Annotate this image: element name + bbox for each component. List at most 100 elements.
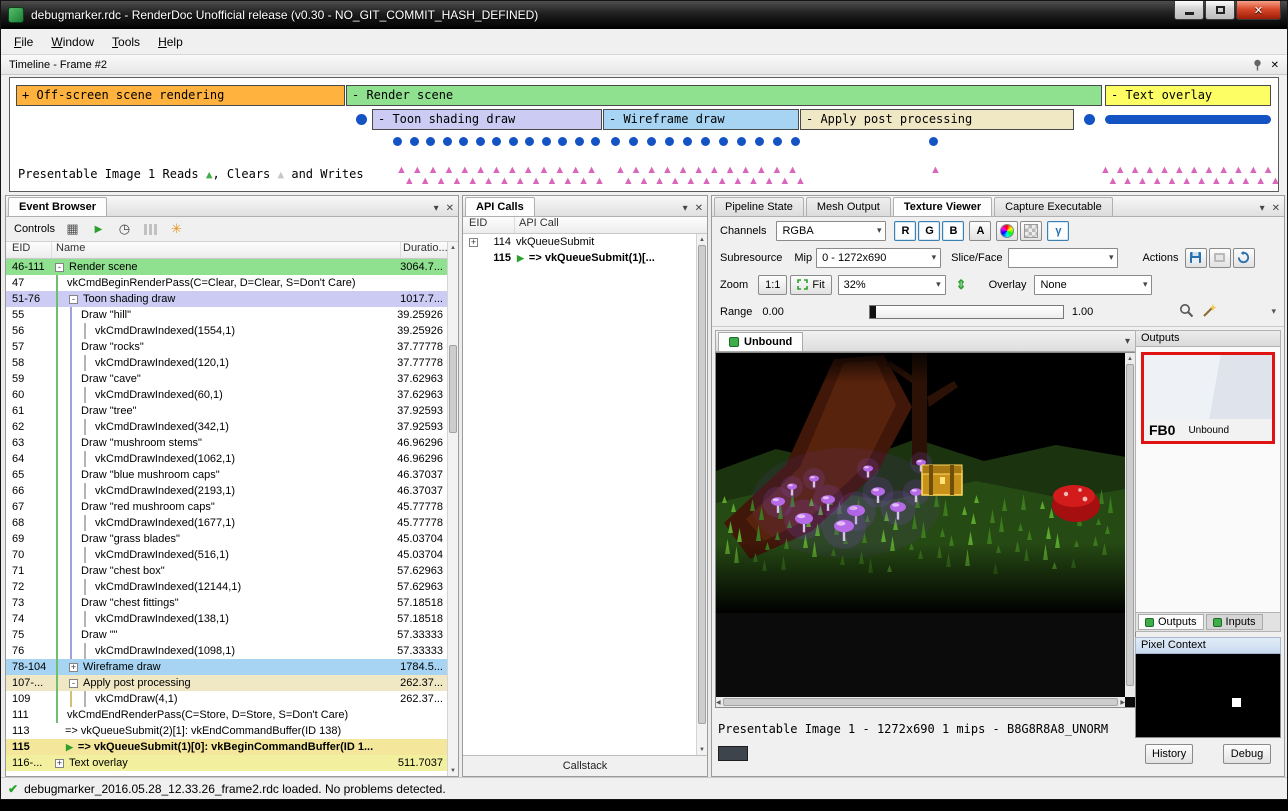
write-marker-icon[interactable]: ▲: [1167, 175, 1178, 187]
tabstrip-overflow-icon[interactable]: ▾: [1125, 336, 1130, 347]
column-api-call[interactable]: API Call: [515, 217, 707, 233]
range-min-value[interactable]: 0.00: [762, 306, 783, 318]
event-row[interactable]: 75Draw ""57.33333: [6, 627, 447, 643]
bookmark-icon[interactable]: ✳: [168, 221, 185, 238]
expander-icon[interactable]: +: [69, 663, 78, 672]
event-row[interactable]: 71Draw "chest box"57.62963: [6, 563, 447, 579]
write-marker-icon[interactable]: ▲: [1107, 175, 1118, 187]
event-row[interactable]: 115▶=> vkQueueSubmit(1)[0]: vkBeginComma…: [6, 739, 447, 755]
panel-menu-icon[interactable]: [683, 200, 688, 214]
write-marker-icon[interactable]: ▲: [717, 175, 728, 187]
tab-outputs[interactable]: Outputs: [1138, 614, 1204, 630]
write-marker-icon[interactable]: ▲: [779, 175, 790, 187]
channel-a-button[interactable]: A: [969, 221, 991, 241]
open-texture-list-button[interactable]: [1209, 248, 1231, 268]
draw-marker-dot[interactable]: [356, 114, 367, 125]
scrollbar-thumb[interactable]: [723, 698, 1119, 706]
event-row[interactable]: 51-76-Toon shading draw1017.7...: [6, 291, 447, 307]
channel-g-button[interactable]: G: [918, 221, 940, 241]
flip-y-icon[interactable]: ⇕: [956, 277, 967, 293]
tab-capture-executable[interactable]: Capture Executable: [994, 197, 1113, 216]
draw-call-dot[interactable]: [647, 137, 656, 146]
write-marker-icon[interactable]: ▲: [420, 175, 431, 187]
zoom-range-button[interactable]: [1179, 303, 1194, 321]
event-row[interactable]: 76vkCmdDrawIndexed(1098,1)57.33333: [6, 643, 447, 659]
scroll-left-icon[interactable]: [716, 697, 721, 708]
expander-icon[interactable]: -: [55, 263, 64, 272]
refresh-button[interactable]: [1233, 248, 1255, 268]
menu-help[interactable]: Help: [149, 31, 192, 53]
history-button[interactable]: History: [1145, 744, 1193, 764]
draw-call-dot[interactable]: [591, 137, 600, 146]
draw-call-dot[interactable]: [665, 137, 674, 146]
write-marker-icon[interactable]: ▲: [764, 175, 775, 187]
channels-mode-dropdown[interactable]: RGBA: [776, 221, 886, 241]
event-browser-scrollbar[interactable]: [447, 242, 458, 776]
write-marker-icon[interactable]: ▲: [1255, 175, 1266, 187]
slice-face-dropdown[interactable]: [1008, 248, 1118, 268]
expander-icon[interactable]: -: [69, 295, 78, 304]
texture-vertical-scrollbar[interactable]: [1125, 353, 1135, 697]
draw-call-dot[interactable]: [476, 137, 485, 146]
draw-call-dot[interactable]: [492, 137, 501, 146]
draw-call-dot[interactable]: [459, 137, 468, 146]
draw-call-dot[interactable]: [542, 137, 551, 146]
range-max-value[interactable]: 1.00: [1072, 306, 1093, 318]
write-marker-icon[interactable]: ▲: [499, 175, 510, 187]
tab-pipeline-state[interactable]: Pipeline State: [714, 197, 804, 216]
expander-icon[interactable]: -: [69, 679, 78, 688]
timeline-bar[interactable]: - Toon shading draw: [372, 109, 602, 130]
write-marker-icon[interactable]: ▲: [795, 175, 806, 187]
texture-horizontal-scrollbar[interactable]: [716, 697, 1125, 707]
timeline-bar[interactable]: - Text overlay: [1105, 85, 1271, 106]
write-marker-icon[interactable]: ▲: [546, 175, 557, 187]
draw-call-dot[interactable]: [629, 137, 638, 146]
draw-marker-dot[interactable]: [1084, 114, 1095, 125]
durations-icon[interactable]: [142, 221, 159, 238]
write-marker-icon[interactable]: ▲: [1226, 175, 1237, 187]
write-marker-icon[interactable]: ▲: [451, 175, 462, 187]
event-row[interactable]: 61Draw "tree"37.92593: [6, 403, 447, 419]
autofit-button[interactable]: [1202, 303, 1217, 321]
debug-button[interactable]: Debug: [1223, 744, 1271, 764]
api-call-row[interactable]: 115▶=> vkQueueSubmit(1)[...: [463, 250, 696, 266]
draw-call-dot[interactable]: [755, 137, 764, 146]
custom-display-button[interactable]: [996, 221, 1018, 241]
write-marker-icon[interactable]: ▲: [1152, 175, 1163, 187]
scroll-up-icon[interactable]: [448, 242, 458, 253]
event-row[interactable]: 46-111-Render scene3064.7...: [6, 259, 447, 275]
texture-image[interactable]: [716, 353, 1126, 613]
menu-window[interactable]: Window: [42, 31, 103, 53]
range-black-handle[interactable]: [870, 306, 876, 318]
timeline-bar[interactable]: - Render scene: [346, 85, 1102, 106]
channel-b-button[interactable]: B: [942, 221, 964, 241]
draw-call-dot[interactable]: [509, 137, 518, 146]
event-row[interactable]: 58vkCmdDrawIndexed(120,1)37.77778: [6, 355, 447, 371]
tab-mesh-output[interactable]: Mesh Output: [806, 197, 891, 216]
event-row[interactable]: 67Draw "red mushroom caps"45.77778: [6, 499, 447, 515]
range-slider[interactable]: [869, 305, 1064, 319]
scrollbar-thumb[interactable]: [1126, 364, 1134, 686]
column-eid[interactable]: EID: [6, 242, 52, 258]
write-marker-icon[interactable]: ▲: [930, 164, 941, 176]
column-name[interactable]: Name: [52, 242, 400, 258]
column-eid[interactable]: EID: [463, 217, 515, 233]
scroll-down-icon[interactable]: [448, 765, 458, 776]
toolbar-overflow-icon[interactable]: ▾: [1271, 306, 1276, 317]
event-row[interactable]: 113=> vkQueueSubmit(2)[1]: vkEndCommandB…: [6, 723, 447, 739]
expander-icon[interactable]: +: [55, 759, 64, 768]
save-texture-button[interactable]: [1185, 248, 1207, 268]
write-marker-icon[interactable]: ▲: [701, 175, 712, 187]
event-row[interactable]: 78-104+Wireframe draw1784.5...: [6, 659, 447, 675]
draw-call-dot[interactable]: [410, 137, 419, 146]
texture-viewport[interactable]: [715, 352, 1136, 708]
draw-call-dot[interactable]: [443, 137, 452, 146]
write-marker-icon[interactable]: ▲: [404, 175, 415, 187]
zoom-level-combo[interactable]: 32%: [838, 275, 946, 295]
write-marker-icon[interactable]: ▲: [467, 175, 478, 187]
write-marker-icon[interactable]: ▲: [578, 175, 589, 187]
gamma-button[interactable]: γ: [1047, 221, 1069, 241]
write-marker-icon[interactable]: ▲: [1122, 175, 1133, 187]
event-row[interactable]: 109vkCmdDraw(4,1)262.37...: [6, 691, 447, 707]
event-row[interactable]: 56vkCmdDrawIndexed(1554,1)39.25926: [6, 323, 447, 339]
